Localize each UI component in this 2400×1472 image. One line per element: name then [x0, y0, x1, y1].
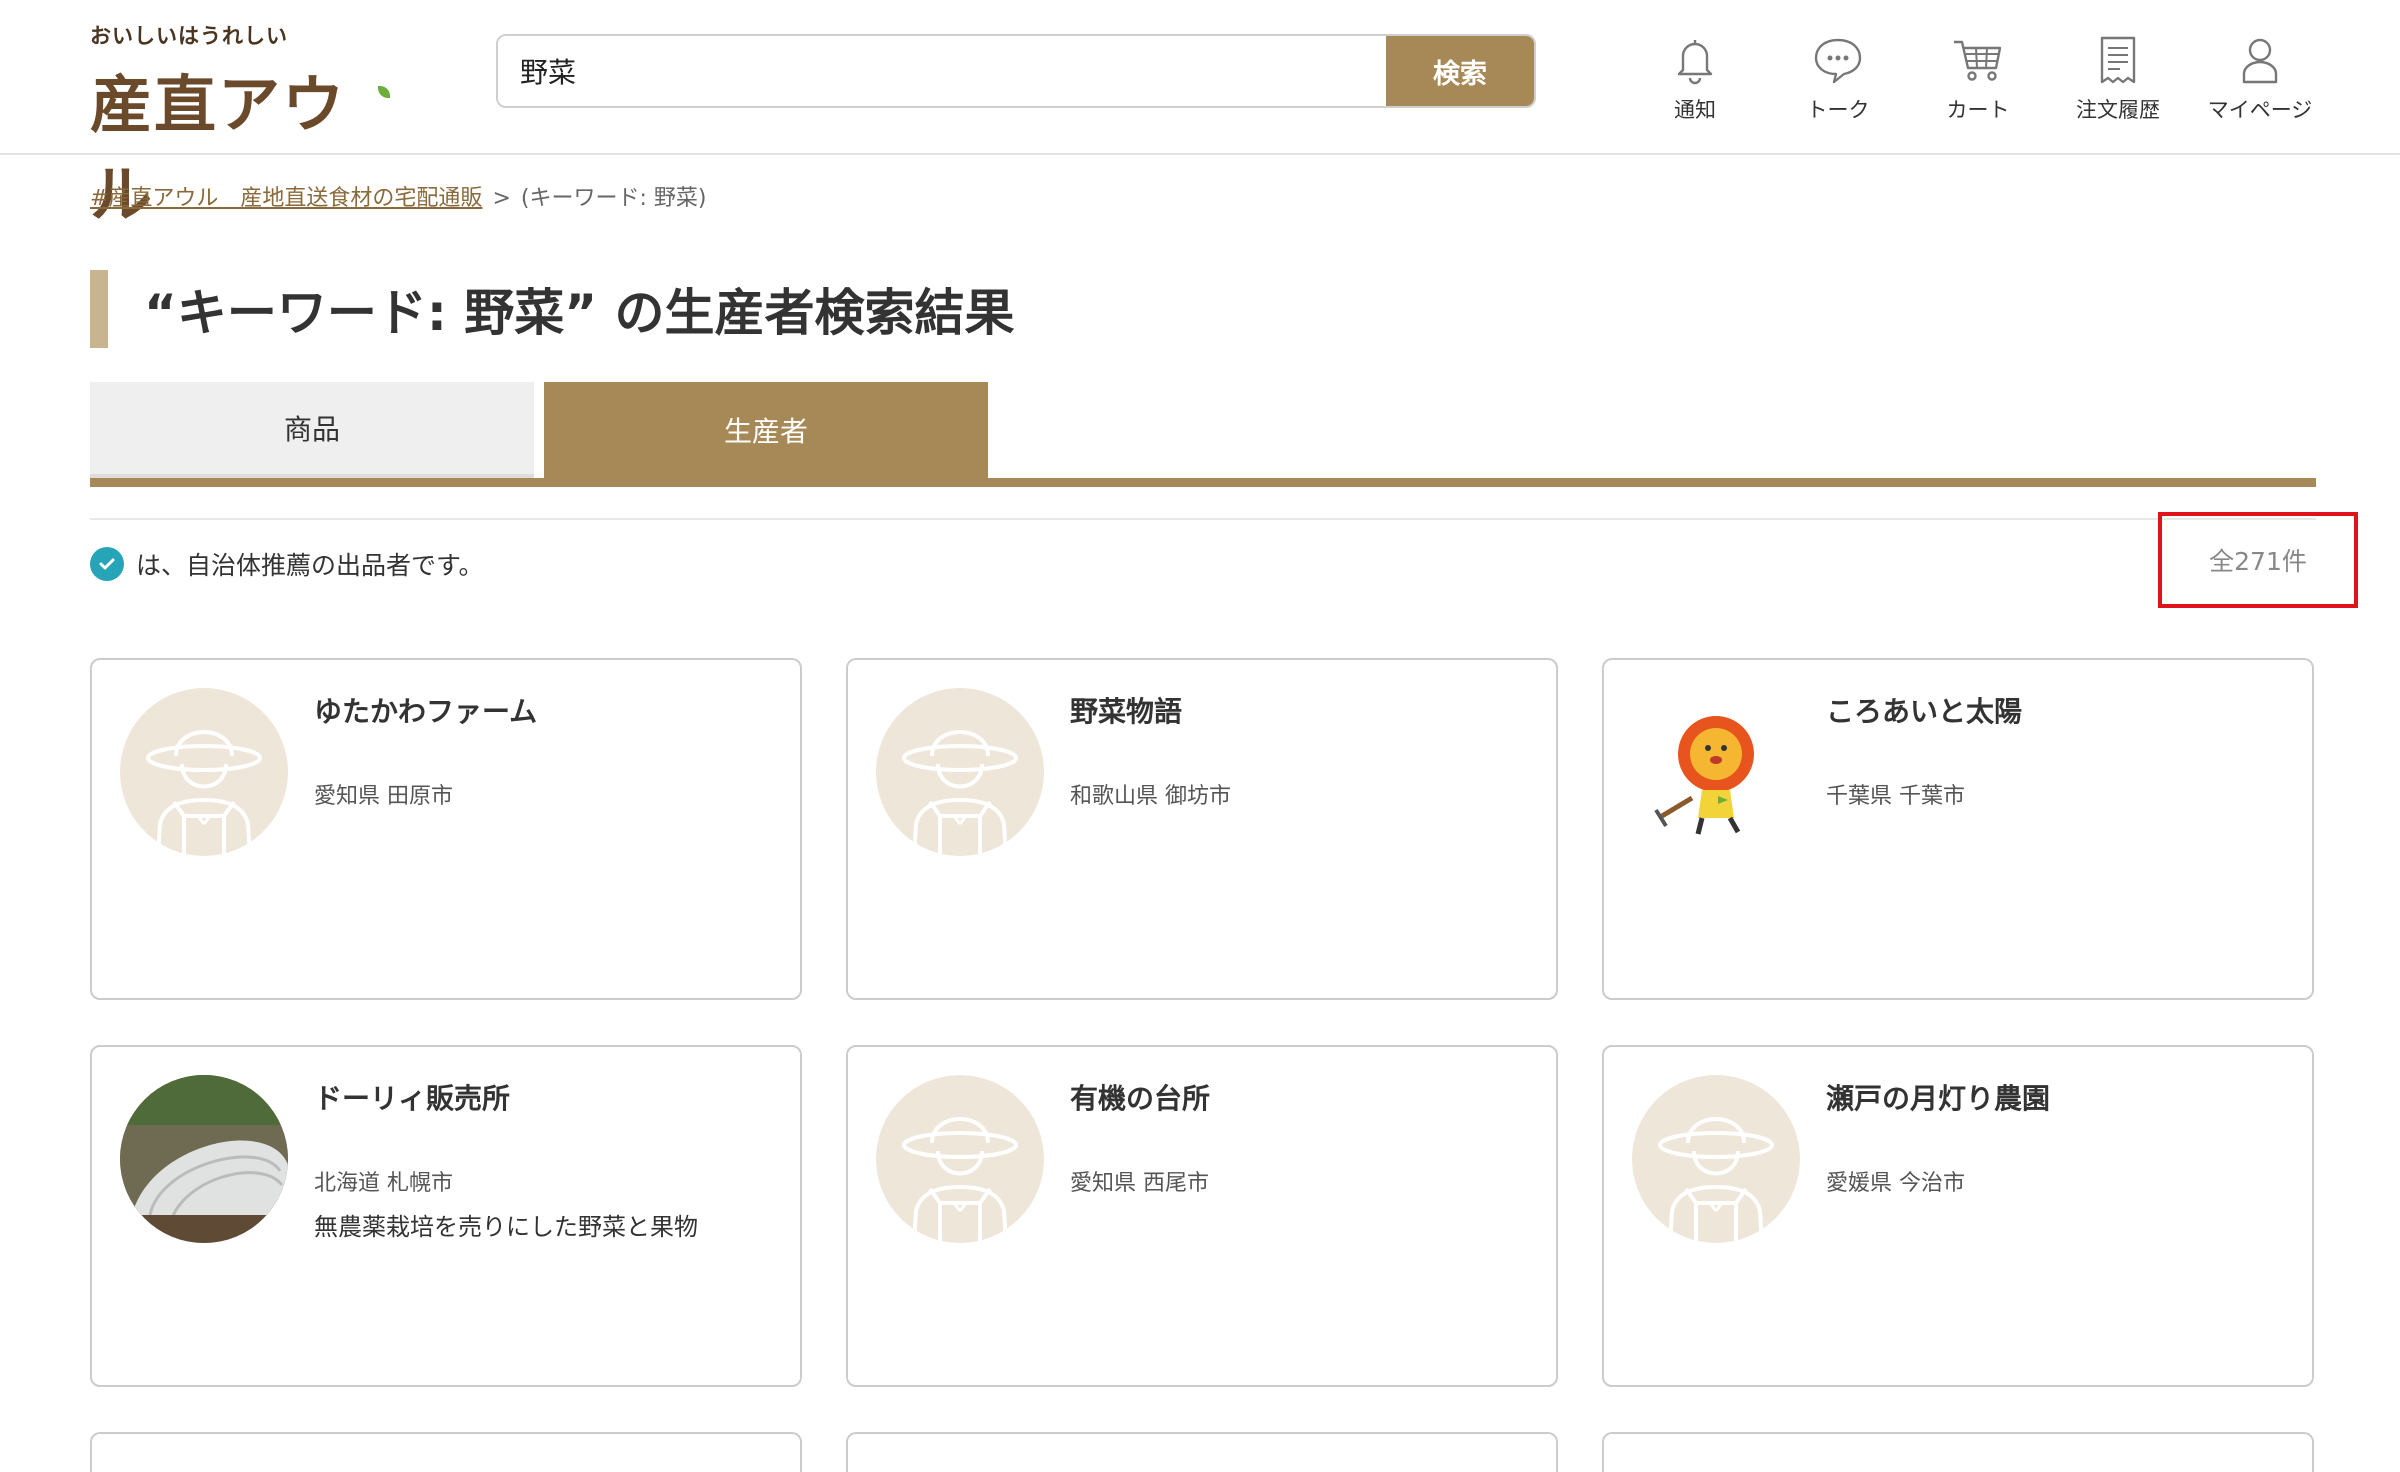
nav-talk[interactable]: トーク [1768, 32, 1908, 128]
producer-location: 北海道 札幌市 [314, 1171, 453, 1196]
farmer-placeholder-avatar [120, 688, 288, 856]
producer-name: ゆたかわファーム [314, 695, 538, 728]
search-input[interactable] [498, 36, 1386, 106]
check-badge-icon [90, 547, 124, 581]
logo-tagline: おいしいはうれしい [90, 24, 288, 48]
producer-card[interactable] [846, 1432, 1558, 1472]
producer-name: 瀬戸の月灯り農園 [1826, 1082, 2051, 1115]
chat-bubble-icon [1814, 38, 1862, 84]
municipal-notice: は、自治体推薦の出品者です。 [90, 546, 484, 582]
producer-location: 愛知県 西尾市 [1070, 1171, 1209, 1196]
notice-text: は、自治体推薦の出品者です。 [136, 551, 484, 580]
page-title-block: “キーワード: 野菜” の生産者検索結果 [90, 270, 1015, 348]
producer-card[interactable]: 野菜物語 和歌山県 御坊市 [846, 658, 1558, 1000]
search-bar: 検索 [496, 34, 1536, 108]
producer-card[interactable]: ゆたかわファーム 愛知県 田原市 [90, 658, 802, 1000]
farmer-placeholder-avatar [1632, 1075, 1800, 1243]
producer-card[interactable]: ドーリィ販売所 北海道 札幌市 無農薬栽培を売りにした野菜と果物 [90, 1045, 802, 1387]
nav-order-history[interactable]: 注文履歴 [2048, 32, 2188, 128]
producer-location: 愛知県 田原市 [314, 784, 453, 809]
breadcrumb-current: (キーワード: 野菜) [520, 186, 707, 211]
producer-card[interactable] [90, 1432, 802, 1472]
nav-label: トーク [1806, 98, 1870, 122]
producer-card[interactable]: ころあいと太陽 千葉県 千葉市 [1602, 658, 2314, 1000]
tab-underline [90, 478, 2316, 487]
tab-products[interactable]: 商品 [90, 382, 534, 478]
producer-location: 和歌山県 御坊市 [1070, 784, 1231, 809]
farmer-placeholder-avatar [876, 1075, 1044, 1243]
greenhouse-photo-avatar [120, 1075, 288, 1243]
bell-icon [1677, 40, 1713, 85]
nav-label: カート [1946, 98, 2010, 122]
nav-cart[interactable]: カート [1908, 32, 2048, 128]
nav-label: マイページ [2207, 98, 2313, 122]
cart-icon [1954, 40, 2002, 81]
tab-producers[interactable]: 生産者 [544, 382, 988, 478]
site-logo[interactable]: おいしいはうれしい 産直アウル [90, 20, 390, 231]
producer-location: 愛媛県 今治市 [1826, 1171, 1965, 1196]
nav-mypage[interactable]: マイページ [2190, 32, 2330, 128]
title-accent-bar [90, 270, 108, 348]
nav-label: 通知 [1674, 98, 1716, 122]
producer-name: 有機の台所 [1070, 1082, 1211, 1115]
divider [90, 518, 2316, 520]
producer-location: 千葉県 千葉市 [1826, 784, 1965, 809]
nav-notifications[interactable]: 通知 [1625, 32, 1765, 128]
receipt-icon [2100, 36, 2136, 84]
producer-card[interactable] [1602, 1432, 2314, 1472]
producer-name: ドーリィ販売所 [314, 1082, 511, 1115]
breadcrumb: #産直アウル 産地直送食材の宅配通販 > (キーワード: 野菜) [90, 180, 706, 212]
result-count: 全271件 [2209, 547, 2307, 576]
search-button[interactable]: 検索 [1386, 36, 1534, 106]
page-title: “キーワード: 野菜” の生産者検索結果 [144, 284, 1015, 342]
breadcrumb-separator: > [492, 186, 511, 211]
producer-name: ころあいと太陽 [1826, 695, 2023, 728]
site-header: おいしいはうれしい 産直アウル 検索 通知 トーク [0, 0, 2400, 231]
producer-card[interactable]: 有機の台所 愛知県 西尾市 [846, 1045, 1558, 1387]
producer-card[interactable]: 瀬戸の月灯り農園 愛媛県 今治市 [1602, 1045, 2314, 1387]
result-count-highlight: 全271件 [2158, 512, 2358, 608]
farmer-placeholder-avatar [876, 688, 1044, 856]
lion-mascot-avatar [1632, 688, 1800, 856]
user-icon [2242, 38, 2278, 84]
producer-name: 野菜物語 [1070, 695, 1183, 728]
producer-description: 無農薬栽培を売りにした野菜と果物 [314, 1213, 698, 1241]
breadcrumb-home-link[interactable]: #産直アウル 産地直送食材の宅配通販 [90, 186, 482, 211]
nav-label: 注文履歴 [2076, 98, 2160, 122]
